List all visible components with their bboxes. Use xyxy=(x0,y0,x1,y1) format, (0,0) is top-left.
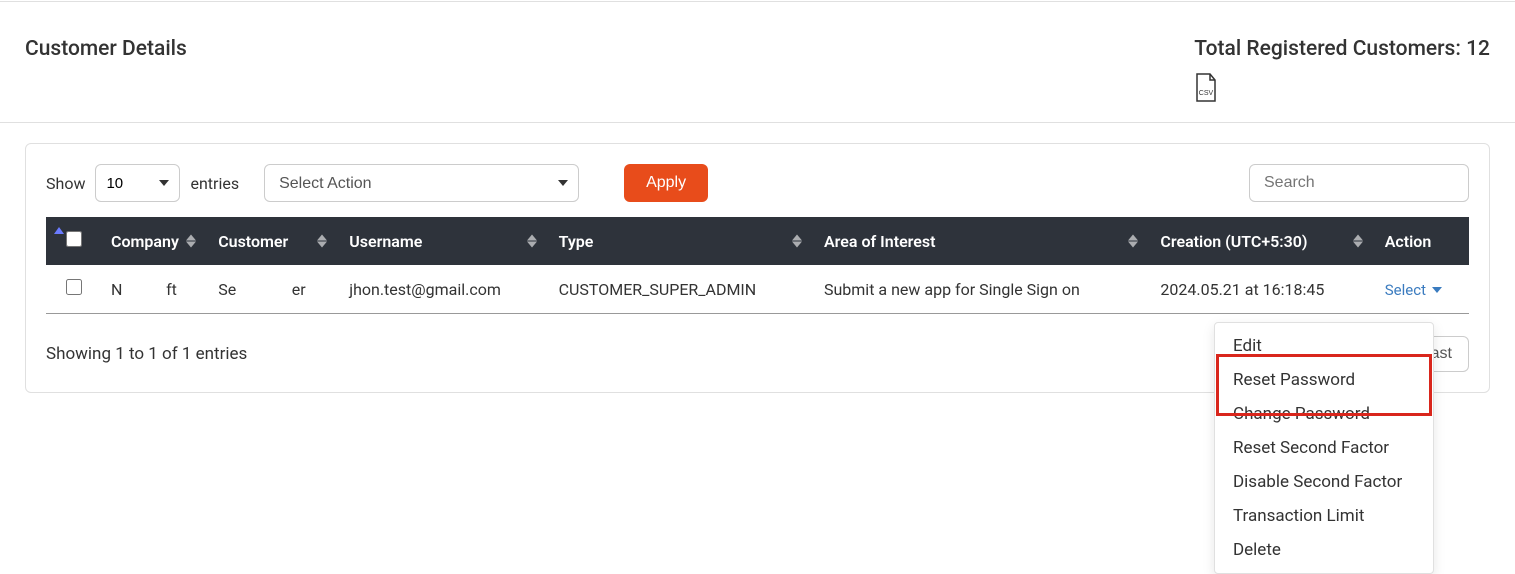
bulk-action-select[interactable]: Select Action xyxy=(264,164,579,202)
col-username[interactable]: Username xyxy=(339,217,548,265)
customer-table-card: Show 10 entries Select Action Apply Comp… xyxy=(25,143,1490,393)
table-row: N ft Se er jhon.test@gmail.com CUSTOMER_… xyxy=(46,265,1469,314)
dropdown-item-edit[interactable]: Edit xyxy=(1215,329,1433,363)
select-all-checkbox[interactable] xyxy=(66,231,82,247)
showing-text: Showing 1 to 1 of 1 entries xyxy=(46,344,247,364)
col-customer[interactable]: Customer xyxy=(208,217,339,265)
dropdown-item-reset-second-factor[interactable]: Reset Second Factor xyxy=(1215,431,1433,465)
dropdown-item-disable-second-factor[interactable]: Disable Second Factor xyxy=(1215,465,1433,499)
col-action: Action xyxy=(1375,217,1469,265)
total-registered: Total Registered Customers: 12 xyxy=(1194,37,1490,61)
cell-creation: 2024.05.21 at 16:18:45 xyxy=(1150,265,1374,314)
col-creation[interactable]: Creation (UTC+5:30) xyxy=(1150,217,1374,265)
cell-type: CUSTOMER_SUPER_ADMIN xyxy=(549,265,814,314)
apply-button[interactable]: Apply xyxy=(624,164,708,202)
customer-table: Company Customer Username Type Area of I… xyxy=(46,217,1469,314)
page-title: Customer Details xyxy=(25,37,187,61)
cell-area: Submit a new app for Single Sign on xyxy=(814,265,1150,314)
caret-down-icon xyxy=(1432,287,1442,293)
cell-company: N ft xyxy=(101,265,208,314)
entries-select[interactable]: 10 xyxy=(95,164,180,202)
show-label: Show xyxy=(46,174,85,193)
search-input[interactable] xyxy=(1249,164,1469,202)
col-area[interactable]: Area of Interest xyxy=(814,217,1150,265)
row-action-select[interactable]: Select xyxy=(1385,281,1442,299)
cell-customer: Se er xyxy=(208,265,339,314)
csv-export-icon[interactable]: CSV xyxy=(1194,73,1218,107)
cell-username: jhon.test@gmail.com xyxy=(339,265,548,314)
cell-action: Select xyxy=(1375,265,1469,314)
col-type[interactable]: Type xyxy=(549,217,814,265)
dropdown-item-delete[interactable]: Delete xyxy=(1215,533,1433,567)
col-checkbox xyxy=(46,217,101,265)
dropdown-item-change-password[interactable]: Change Password xyxy=(1215,397,1433,431)
sort-asc-icon xyxy=(54,227,64,234)
row-action-dropdown: Edit Reset Password Change Password Rese… xyxy=(1214,322,1434,574)
entries-label: entries xyxy=(190,174,239,193)
dropdown-item-transaction-limit[interactable]: Transaction Limit xyxy=(1215,499,1433,533)
table-controls: Show 10 entries Select Action Apply xyxy=(46,164,1469,202)
svg-text:CSV: CSV xyxy=(1199,90,1214,97)
page-header: Customer Details Total Registered Custom… xyxy=(0,27,1515,107)
dropdown-item-reset-password[interactable]: Reset Password xyxy=(1215,363,1433,397)
col-company[interactable]: Company xyxy=(101,217,208,265)
row-checkbox[interactable] xyxy=(66,279,82,295)
